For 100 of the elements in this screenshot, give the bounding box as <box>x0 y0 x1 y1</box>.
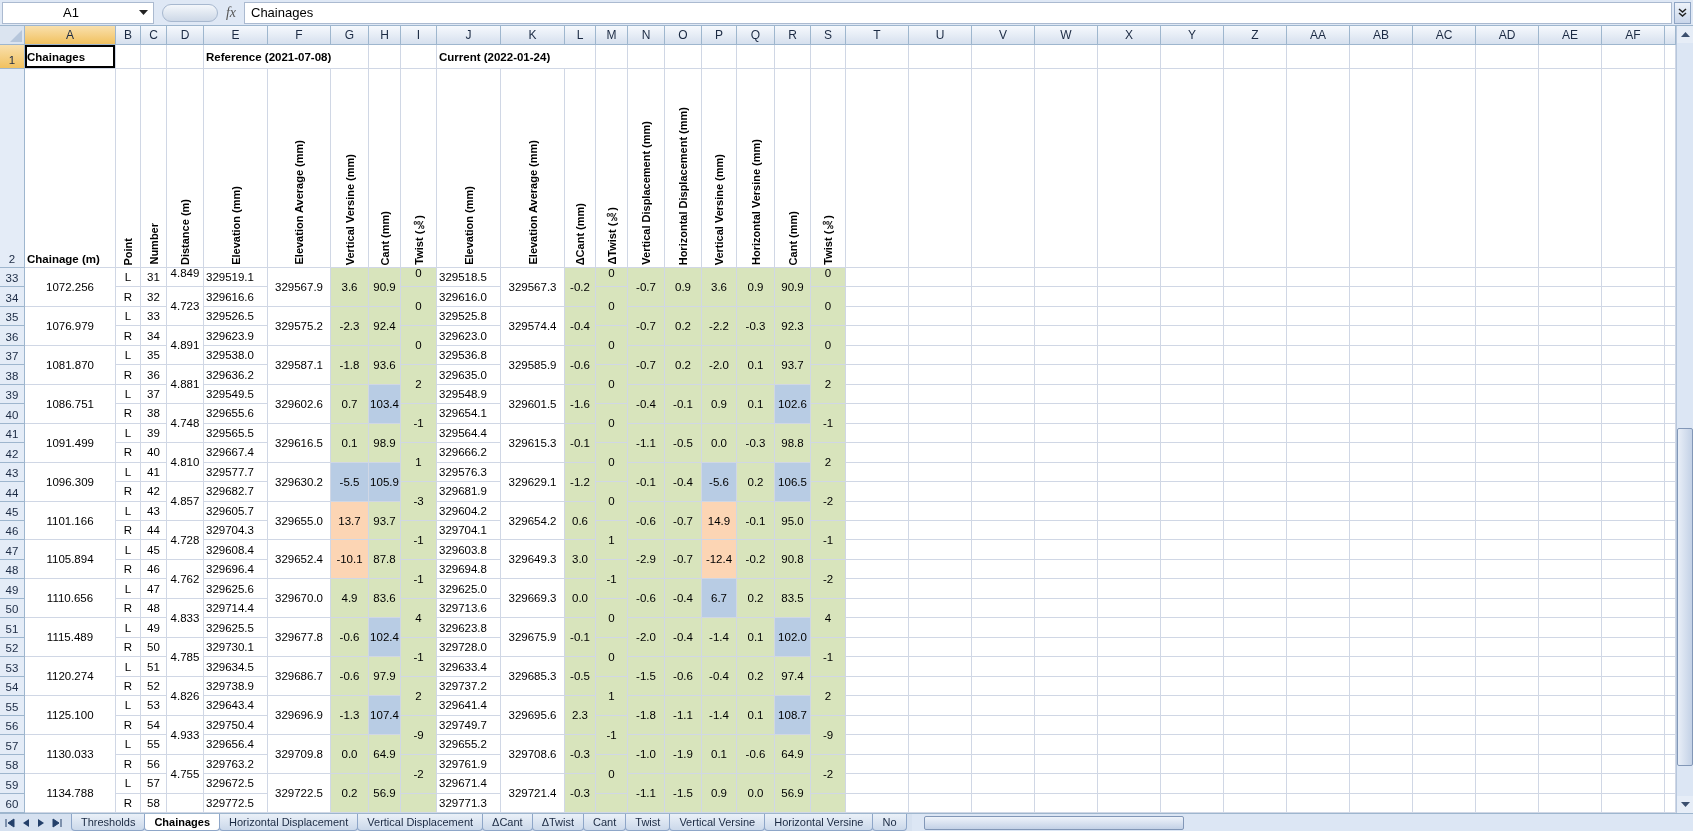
column-header[interactable]: N <box>628 26 665 45</box>
sheet-tab[interactable]: No <box>872 814 907 831</box>
row-header[interactable]: 40 <box>0 404 25 424</box>
row-header[interactable]: 34 <box>0 287 25 307</box>
column-header[interactable]: AA <box>1287 26 1350 45</box>
column-header[interactable]: Q <box>737 26 775 45</box>
table-cell: 329574.4 <box>501 306 565 346</box>
sheet-tab[interactable]: ΔCant <box>482 814 533 831</box>
column-header[interactable]: Y <box>1161 26 1224 45</box>
table-cell: 329730.1 <box>204 637 268 658</box>
table-cell: -1.6 <box>565 384 596 424</box>
column-header[interactable]: A <box>25 26 116 45</box>
row-header[interactable]: 42 <box>0 443 25 463</box>
column-header[interactable]: O <box>665 26 702 45</box>
row-header[interactable]: 59 <box>0 774 25 794</box>
column-header[interactable]: V <box>972 26 1035 45</box>
row-header[interactable]: 33 <box>0 268 25 288</box>
sheet-tab[interactable]: Vertical Displacement <box>357 814 484 831</box>
column-header[interactable]: I <box>401 26 437 45</box>
row-header[interactable]: 46 <box>0 521 25 541</box>
table-cell: -0.4 <box>702 657 737 697</box>
scroll-up-icon[interactable] <box>1677 26 1693 43</box>
row-header[interactable]: 55 <box>0 696 25 716</box>
column-header[interactable]: G <box>331 26 369 45</box>
row-header[interactable]: 47 <box>0 540 25 560</box>
table-cell: 33 <box>141 306 167 327</box>
column-header[interactable]: R <box>775 26 811 45</box>
row-header[interactable]: 44 <box>0 482 25 502</box>
first-sheet-icon[interactable] <box>4 817 16 828</box>
row-header[interactable]: 49 <box>0 579 25 599</box>
sheet-tab[interactable]: Chainages <box>144 814 221 831</box>
column-header[interactable]: C <box>141 26 167 45</box>
column-header[interactable]: S <box>811 26 846 45</box>
sheet-tab[interactable]: Horizontal Versine <box>764 814 874 831</box>
column-header[interactable]: E <box>204 26 268 45</box>
table-cell: 97.4 <box>775 657 811 697</box>
row-header[interactable]: 2 <box>0 69 25 268</box>
column-header[interactable]: AD <box>1476 26 1539 45</box>
column-header[interactable]: AB <box>1350 26 1413 45</box>
column-header[interactable]: AE <box>1539 26 1602 45</box>
table-cell: R <box>116 326 141 346</box>
table-cell: 98.9 <box>369 423 401 463</box>
column-header[interactable]: K <box>501 26 565 45</box>
row-header[interactable]: 51 <box>0 618 25 638</box>
row-header[interactable]: 53 <box>0 657 25 677</box>
scrollbar-thumb[interactable] <box>923 815 1184 830</box>
table-cell: 329704.1 <box>437 521 501 541</box>
column-header[interactable]: Z <box>1224 26 1287 45</box>
last-sheet-icon[interactable] <box>51 817 63 828</box>
scrollbar-thumb[interactable] <box>1677 428 1693 766</box>
column-header[interactable]: B <box>116 26 141 45</box>
table-cell: 4.785 <box>167 637 204 677</box>
sheet-tab[interactable]: Cant <box>583 814 627 831</box>
table-cell: -0.5 <box>565 657 596 697</box>
column-header[interactable]: W <box>1035 26 1098 45</box>
formula-field[interactable]: Chainages <box>244 1 1672 24</box>
column-header[interactable]: AF <box>1602 26 1665 45</box>
divider-handle[interactable] <box>162 3 218 22</box>
column-header[interactable]: T <box>846 26 909 45</box>
table-cell: 41 <box>141 462 167 483</box>
caret-icon[interactable] <box>139 9 148 16</box>
horizontal-scrollbar[interactable] <box>911 814 1693 831</box>
row-header[interactable]: 36 <box>0 326 25 346</box>
table-cell: 329708.6 <box>501 735 565 775</box>
table-cell: 0.1 <box>737 696 775 736</box>
next-sheet-icon[interactable] <box>36 817 46 828</box>
table-cell: 329565.5 <box>204 423 268 444</box>
table-cell: 3.6 <box>702 268 737 307</box>
table-cell: 329652.4 <box>268 540 331 580</box>
vertical-scrollbar[interactable] <box>1676 26 1693 813</box>
previous-sheet-icon[interactable] <box>21 817 31 828</box>
column-header[interactable]: U <box>909 26 972 45</box>
table-cell: 329761.9 <box>437 754 501 775</box>
column-header[interactable]: L <box>565 26 596 45</box>
sheet-tab[interactable]: Horizontal Displacement <box>219 814 359 831</box>
column-header[interactable]: H <box>369 26 401 45</box>
sheet-tab[interactable]: Twist <box>625 814 671 831</box>
sheet-tab[interactable]: Thresholds <box>71 814 146 831</box>
table-cell: 92.3 <box>775 306 811 346</box>
row-header[interactable]: 38 <box>0 365 25 385</box>
column-heading: Twist (‰) <box>822 215 834 265</box>
name-box[interactable]: A1 <box>2 1 154 24</box>
sheet-tab[interactable]: Vertical Versine <box>669 814 766 831</box>
column-header[interactable]: D <box>167 26 204 45</box>
table-cell: 4.748 <box>167 404 204 444</box>
table-cell: 329749.7 <box>437 715 501 736</box>
column-header[interactable]: AC <box>1413 26 1476 45</box>
sheet-tab[interactable]: ΔTwist <box>531 814 585 831</box>
column-header[interactable]: X <box>1098 26 1161 45</box>
column-header[interactable]: P <box>702 26 737 45</box>
row-header[interactable]: 57 <box>0 735 25 755</box>
expand-button[interactable] <box>1674 1 1691 24</box>
function-button[interactable]: fx <box>218 4 244 21</box>
column-header[interactable]: M <box>596 26 628 45</box>
column-header[interactable]: J <box>437 26 501 45</box>
table-cell: 50 <box>141 637 167 658</box>
scroll-down-icon[interactable] <box>1677 796 1693 813</box>
row-header[interactable]: 1 <box>0 45 25 69</box>
column-header[interactable]: F <box>268 26 331 45</box>
table-cell: 102.6 <box>775 384 811 424</box>
